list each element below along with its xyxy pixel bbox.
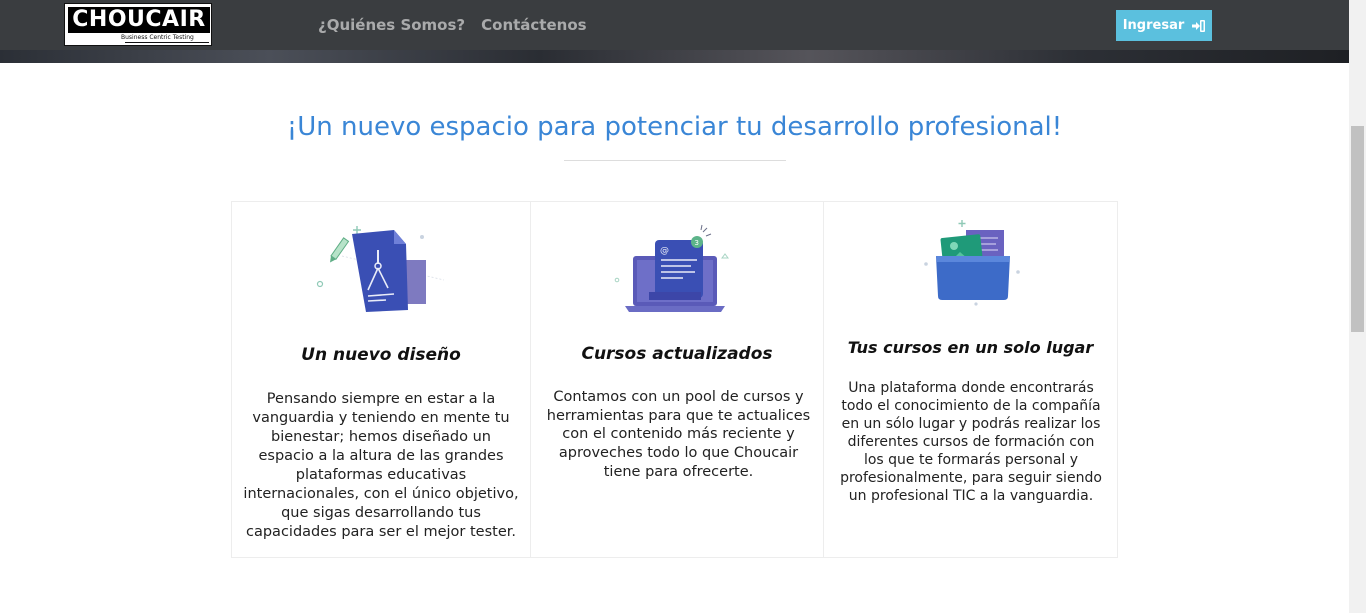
- headline-divider: [564, 160, 786, 161]
- design-blueprint-icon: [316, 226, 445, 312]
- main-nav: ¿Quiénes Somos? Contáctenos: [318, 0, 587, 50]
- top-navbar: CHOUCAIR Business Centric Testing ¿Quién…: [0, 0, 1349, 52]
- feature-card-courses: @ 3 Cursos actualizados Contamos con un …: [530, 202, 823, 557]
- hero-image-strip: [0, 50, 1349, 63]
- page-headline: ¡Un nuevo espacio para potenciar tu desa…: [286, 112, 1063, 142]
- scrollbar-thumb[interactable]: [1351, 126, 1364, 332]
- folder-icon: [924, 220, 1020, 306]
- feature-text-design: Pensando siempre en estar a la vanguardi…: [243, 391, 519, 540]
- logo-wordmark: CHOUCAIR: [68, 7, 210, 33]
- feature-title-one-place: Tus cursos en un solo lugar: [847, 338, 1094, 357]
- svg-text:@: @: [660, 246, 669, 256]
- choucair-logo[interactable]: CHOUCAIR Business Centric Testing: [64, 3, 212, 46]
- svg-text:3: 3: [695, 239, 699, 247]
- login-button-label: Ingresar: [1122, 18, 1185, 33]
- feature-title-courses: Cursos actualizados: [581, 344, 773, 364]
- laptop-courses-icon: @ 3: [614, 224, 729, 312]
- nav-link-contactenos[interactable]: Contáctenos: [481, 16, 586, 34]
- sign-in-icon: [1192, 19, 1206, 32]
- feature-card-one-place: Tus cursos en un solo lugar Una platafor…: [823, 202, 1117, 557]
- features-panel: Un nuevo diseño Pensando siempre en esta…: [231, 201, 1118, 558]
- logo-tagline: Business Centric Testing: [121, 34, 194, 41]
- login-button[interactable]: Ingresar: [1116, 10, 1212, 41]
- feature-card-design: Un nuevo diseño Pensando siempre en esta…: [232, 202, 530, 557]
- feature-title-design: Un nuevo diseño: [301, 345, 461, 365]
- logo-underline: [125, 42, 209, 43]
- nav-link-quienes-somos[interactable]: ¿Quiénes Somos?: [318, 16, 465, 34]
- page-scrollbar[interactable]: [1349, 0, 1366, 613]
- feature-text-one-place: Una plataforma donde encontrarás todo el…: [840, 380, 1102, 504]
- feature-text-courses: Contamos con un pool de cursos y herrami…: [546, 389, 811, 480]
